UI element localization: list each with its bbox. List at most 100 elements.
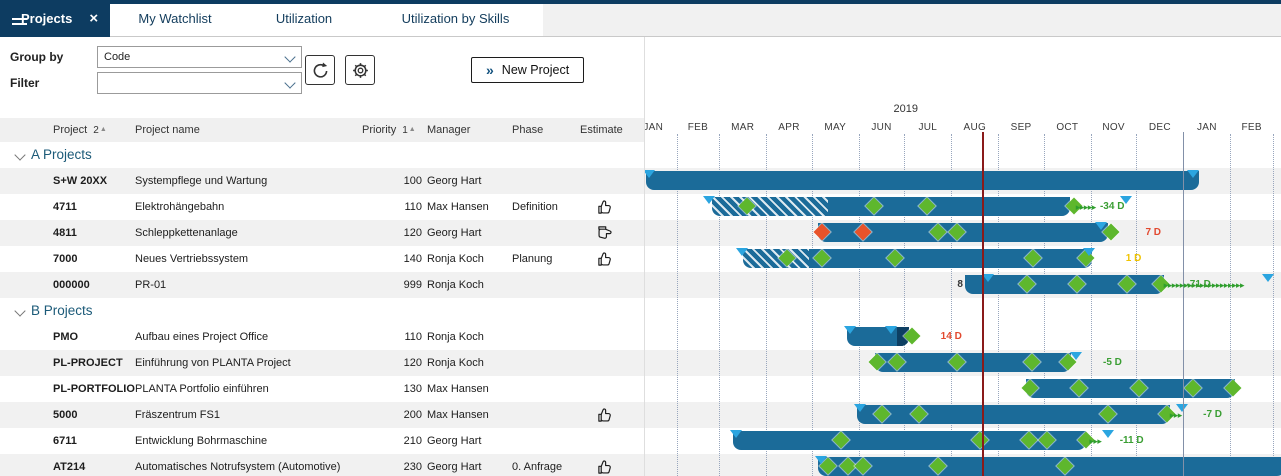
tab-utilization[interactable]: Utilization [240, 0, 368, 37]
project-code-link[interactable]: 000000 [53, 272, 90, 298]
filter-label: Filter [10, 76, 39, 90]
gantt-bar[interactable] [857, 405, 1170, 424]
tab-my-watchlist[interactable]: My Watchlist [110, 0, 240, 37]
project-code-link[interactable]: AT214 [53, 454, 85, 476]
project-name: Fräszentrum FS1 [135, 402, 220, 428]
gantt-row: 8▸▸▸▸▸▸▸▸▸▸▸▸▸▸▸▸▸▸▸▸-71 D [645, 272, 1281, 298]
priority-value: 120 [330, 220, 422, 246]
project-code-link[interactable]: PMO [53, 324, 78, 350]
priority-value: 140 [330, 246, 422, 272]
col-priority[interactable]: Priority1▲ [362, 118, 416, 143]
gantt-bar[interactable] [646, 171, 1198, 190]
group-collapse-icon[interactable] [14, 305, 25, 316]
thumb-up-icon [596, 458, 614, 476]
project-row[interactable]: PL-PROJECTEinführung von PLANTA Project1… [0, 350, 644, 376]
col-phase[interactable]: Phase [512, 118, 543, 142]
phase-value: Definition [512, 194, 558, 220]
thumb-up-icon [596, 250, 614, 268]
project-code-link[interactable]: PL-PROJECT [53, 350, 123, 376]
project-row[interactable]: PMOAufbau eines Project Office110Ronja K… [0, 324, 644, 350]
delay-label: -7 D [1203, 409, 1222, 420]
month-label: JAN [1187, 122, 1227, 133]
project-row[interactable]: 7000Neues Vertriebssystem140Ronja KochPl… [0, 246, 644, 272]
project-name: Neues Vertriebssystem [135, 246, 248, 272]
project-row[interactable]: 4811Schleppkettenanlage120Georg Hart [0, 220, 644, 246]
schedule-marker-icon [844, 326, 856, 334]
app-window: Projects × My Watchlist Utilization Util… [0, 0, 1281, 476]
thumb-up-icon [596, 406, 614, 424]
tab-bar: Projects × My Watchlist Utilization Util… [0, 0, 1281, 37]
refresh-button[interactable] [305, 55, 335, 85]
manager-value: Georg Hart [427, 454, 481, 476]
project-name: Automatisches Notrufsystem (Automotive) [135, 454, 340, 476]
priority-value: 100 [330, 168, 422, 194]
delay-label: -11 D [1120, 435, 1144, 446]
schedule-marker-icon [1095, 222, 1107, 230]
month-label: JAN [645, 122, 673, 133]
estimate-icon [596, 250, 616, 268]
gantt-bar[interactable] [818, 457, 1281, 476]
project-row[interactable]: PL-PORTFOLIOPLANTA Portfolio einführen13… [0, 376, 644, 402]
manager-value: Ronja Koch [427, 272, 484, 298]
group-row[interactable]: B Projects [0, 298, 644, 324]
new-project-label: New Project [502, 63, 569, 77]
month-label: OCT [1047, 122, 1087, 133]
delay-label: 14 D [941, 331, 962, 342]
project-row[interactable]: S+W 20XXSystempflege und Wartung100Georg… [0, 168, 644, 194]
today-line [982, 132, 984, 476]
project-table: A ProjectsS+W 20XXSystempflege und Wartu… [0, 142, 644, 476]
priority-value: 110 [330, 324, 422, 350]
gantt-bar[interactable] [712, 197, 1070, 216]
project-code-link[interactable]: 7000 [53, 246, 77, 272]
tab-my-watchlist-label: My Watchlist [138, 11, 211, 26]
schedule-marker-icon [885, 326, 897, 334]
project-code-link[interactable]: 6711 [53, 428, 77, 454]
project-row[interactable]: 5000Fräszentrum FS1200Max Hansen [0, 402, 644, 428]
tab-utilization-by-skills[interactable]: Utilization by Skills [368, 0, 543, 37]
filter-select[interactable] [97, 72, 302, 94]
col-estimate[interactable]: Estimate [580, 118, 623, 142]
month-label: MAY [815, 122, 855, 133]
group-collapse-icon[interactable] [14, 149, 25, 160]
project-code-link[interactable]: PL-PORTFOLIO [53, 376, 135, 402]
bar-hatched-section [712, 197, 829, 216]
manager-value: Max Hansen [427, 402, 489, 428]
project-row[interactable]: 000000PR-01999Ronja Koch [0, 272, 644, 298]
year-label: 2019 [876, 103, 936, 115]
project-row[interactable]: AT214 Automatisches Notrufsystem (Automot… [0, 454, 644, 476]
tab-projects[interactable]: Projects × [0, 0, 110, 37]
close-icon[interactable]: × [89, 11, 98, 26]
settings-button[interactable] [345, 55, 375, 85]
priority-value: 110 [330, 194, 422, 220]
table-header: Project2▲ Project name Priority1▲ Manage… [0, 118, 644, 142]
project-code-link[interactable]: 4711 [53, 194, 77, 220]
project-row[interactable]: 6711Entwicklung Bohrmaschine210Georg Har… [0, 428, 644, 454]
schedule-marker-icon [1262, 274, 1274, 282]
gantt-row: -5 D [645, 350, 1281, 376]
manager-value: Max Hansen [427, 194, 489, 220]
schedule-marker-icon [736, 248, 748, 256]
project-row[interactable]: 4711 Elektrohängebahn 110Max Hansen Definit… [0, 194, 644, 220]
project-code-link[interactable]: S+W 20XX [53, 168, 107, 194]
group-by-select[interactable]: Code [97, 46, 302, 68]
gear-icon [351, 61, 370, 80]
schedule-marker-icon [730, 430, 742, 438]
priority-value: 230 [330, 454, 422, 476]
project-name: Elektrohängebahn [135, 194, 224, 220]
project-code-link[interactable]: 5000 [53, 402, 77, 428]
group-row[interactable]: A Projects [0, 142, 644, 168]
delay-label: 1 D [1126, 253, 1142, 264]
col-manager[interactable]: Manager [427, 118, 470, 142]
priority-value: 999 [330, 272, 422, 298]
tab-projects-label: Projects [21, 11, 72, 26]
gantt-row [645, 376, 1281, 402]
bar-hatched-section [743, 249, 808, 268]
gantt-row: ▸▸▸▸▸-34 D [645, 194, 1281, 220]
new-project-button[interactable]: » New Project [471, 57, 584, 83]
month-label: JUL [908, 122, 948, 133]
col-project-name[interactable]: Project name [135, 118, 200, 142]
gantt-row: ▸▸▸-7 D [645, 402, 1281, 428]
gantt-row [645, 168, 1281, 194]
col-project[interactable]: Project2▲ [53, 118, 107, 143]
project-code-link[interactable]: 4811 [53, 220, 77, 246]
